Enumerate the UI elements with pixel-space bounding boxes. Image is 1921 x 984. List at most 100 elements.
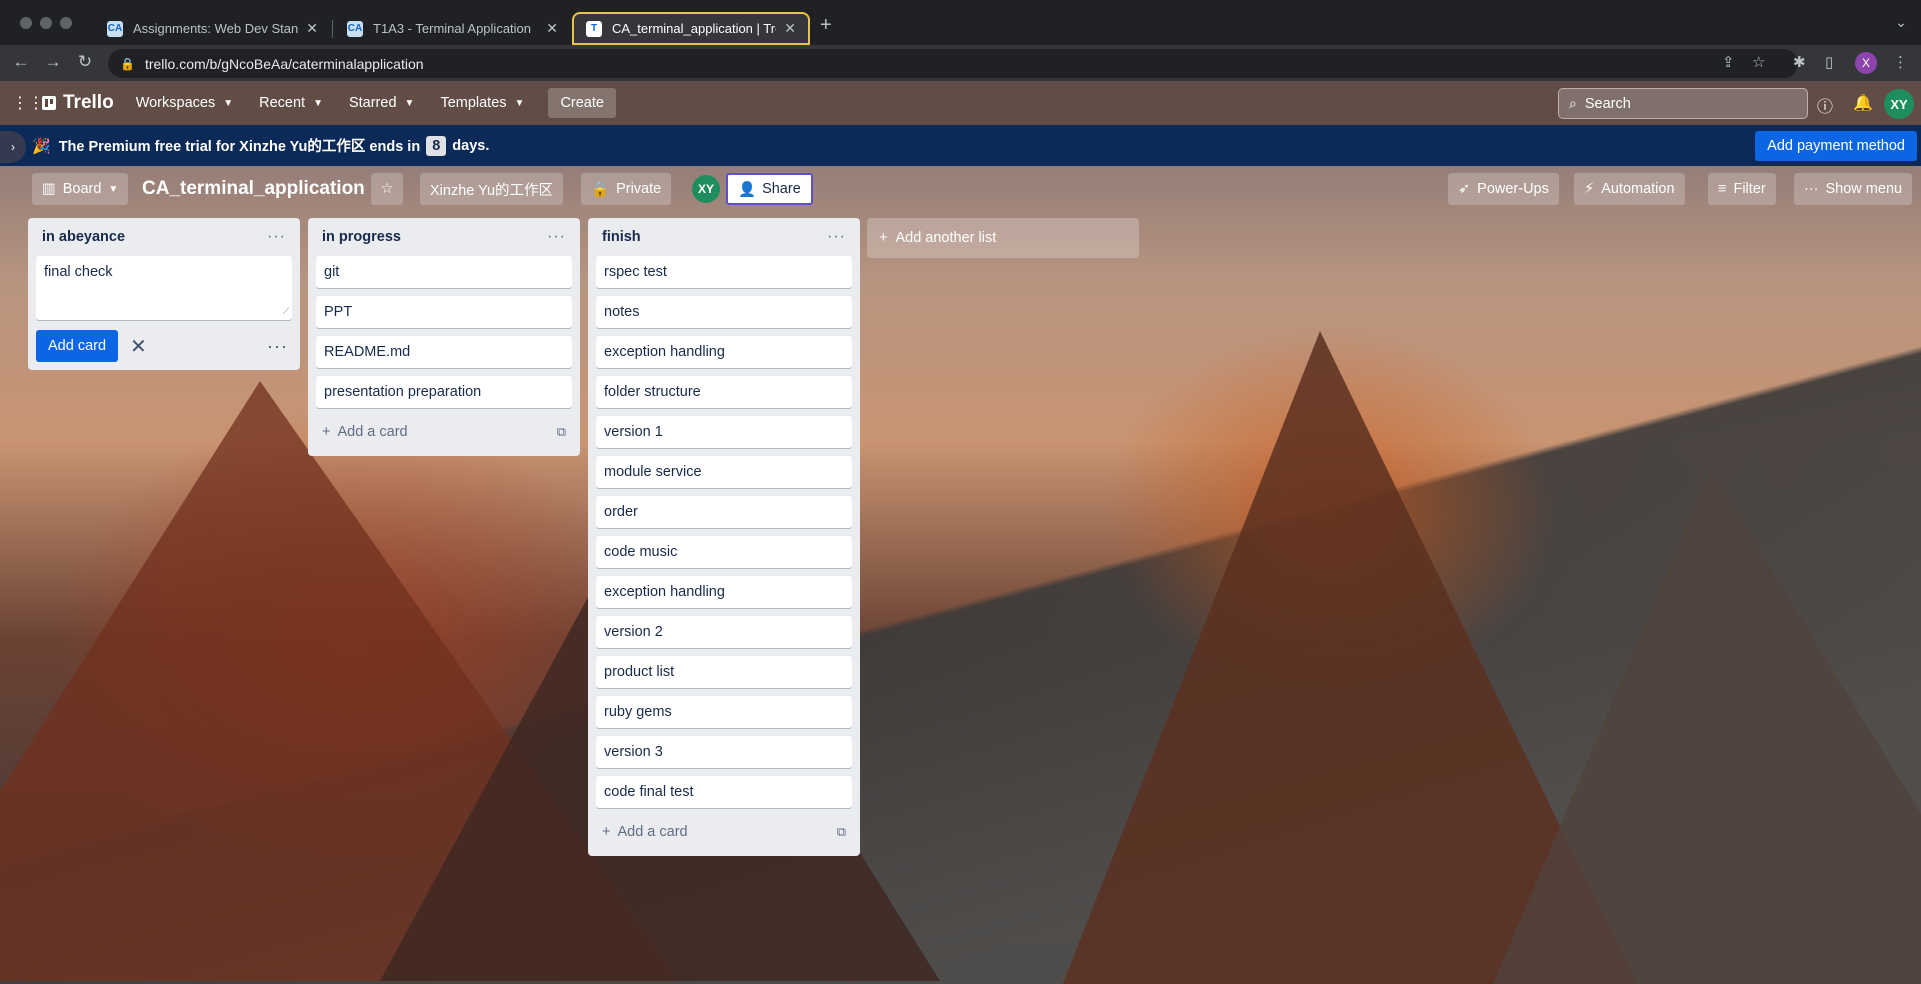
card-title-textarea[interactable]: final check ⟋	[36, 256, 292, 320]
banner-text: The Premium free trial for Xinzhe Yu的工作区…	[58, 139, 421, 155]
window-zoom-button[interactable]	[60, 17, 72, 29]
browser-toolbar: ← → ↻ 🔒 trello.com/b/gNcoBeAa/caterminal…	[0, 45, 1921, 81]
browser-profile-avatar[interactable]: X	[1855, 52, 1877, 74]
filter-button[interactable]: ≡ Filter	[1708, 173, 1776, 205]
workspace-visible-button[interactable]: Xinzhe Yu的工作区	[420, 173, 564, 205]
close-icon[interactable]: ✕	[306, 20, 318, 37]
list-actions-icon[interactable]: ···	[827, 228, 846, 246]
info-icon[interactable]: ⓘ	[1817, 93, 1833, 117]
card[interactable]: module service	[596, 456, 852, 488]
automation-label: Automation	[1601, 181, 1675, 197]
card[interactable]: folder structure	[596, 376, 852, 408]
add-a-card-button[interactable]: + Add a card	[602, 824, 688, 840]
tab-divider	[332, 20, 333, 38]
composer-text: final check	[44, 264, 113, 280]
card[interactable]: version 3	[596, 736, 852, 768]
app-switcher-icon[interactable]: ⋮⋮	[12, 93, 44, 113]
menu-templates[interactable]: Templates ▼	[440, 95, 524, 111]
card[interactable]: notes	[596, 296, 852, 328]
search-input[interactable]: ⌕ Search	[1558, 88, 1808, 119]
window-close-button[interactable]	[20, 17, 32, 29]
add-another-list-button[interactable]: + Add another list	[867, 218, 1139, 258]
list-header: in abeyance ···	[36, 218, 292, 256]
share-label: Share	[762, 181, 801, 197]
add-a-card-button[interactable]: + Add a card	[322, 424, 408, 440]
list-title[interactable]: in progress	[322, 229, 401, 245]
star-icon: ☆	[380, 181, 394, 197]
card[interactable]: README.md	[316, 336, 572, 368]
close-icon[interactable]: ✕	[546, 20, 558, 37]
card[interactable]: code final test	[596, 776, 852, 808]
card[interactable]: rspec test	[596, 256, 852, 288]
card[interactable]: exception handling	[596, 336, 852, 368]
menu-recent[interactable]: Recent ▼	[259, 95, 323, 111]
trello-logo[interactable]: Trello	[42, 92, 114, 114]
board-member-avatar[interactable]: XY	[692, 175, 720, 203]
browser-tab[interactable]: CA Assignments: Web Dev Standar ✕	[95, 12, 330, 45]
star-board-button[interactable]: ☆	[371, 173, 403, 205]
back-icon[interactable]: ←	[10, 52, 32, 72]
browser-menu-icon[interactable]: ⋮	[1893, 53, 1908, 71]
card[interactable]: code music	[596, 536, 852, 568]
list-header: finish ···	[596, 218, 852, 256]
close-icon[interactable]: ✕	[130, 334, 147, 359]
card[interactable]: order	[596, 496, 852, 528]
list-actions-icon[interactable]: ···	[267, 228, 286, 246]
card[interactable]: presentation preparation	[316, 376, 572, 408]
visibility-button[interactable]: 🔒 Private	[581, 173, 672, 205]
days-remaining-badge: 8	[426, 135, 447, 156]
browser-tab-active[interactable]: T CA_terminal_application | Trello ✕	[572, 12, 810, 45]
side-panel-icon[interactable]: ▯	[1825, 53, 1833, 71]
close-icon[interactable]: ✕	[784, 20, 796, 37]
menu-starred[interactable]: Starred ▼	[349, 95, 414, 111]
list-actions-icon[interactable]: ···	[547, 228, 566, 246]
list-title[interactable]: finish	[602, 229, 641, 245]
card[interactable]: ruby gems	[596, 696, 852, 728]
list-footer: + Add a card ⧉	[316, 416, 572, 448]
create-from-template-icon[interactable]: ⧉	[837, 824, 846, 840]
browser-tab-strip: CA Assignments: Web Dev Standar ✕ CA T1A…	[0, 0, 1921, 45]
notification-bell-icon[interactable]: 🔔	[1853, 93, 1873, 113]
more-options-icon[interactable]: ···	[267, 336, 288, 357]
address-bar[interactable]: 🔒 trello.com/b/gNcoBeAa/caterminalapplic…	[108, 49, 1798, 78]
window-minimize-button[interactable]	[40, 17, 52, 29]
share-button[interactable]: 👤 Share	[726, 173, 813, 205]
reload-icon[interactable]: ↻	[74, 52, 96, 72]
extensions-icon[interactable]: ✱	[1793, 53, 1806, 71]
resize-handle-icon[interactable]: ⟋	[283, 306, 289, 317]
board-background	[0, 81, 1921, 984]
new-tab-icon[interactable]: +	[820, 14, 832, 37]
forward-icon[interactable]: →	[42, 52, 64, 72]
add-card-label: Add a card	[617, 824, 688, 840]
chevron-down-icon: ▼	[313, 97, 323, 109]
bookmark-star-icon[interactable]: ☆	[1752, 53, 1765, 71]
chevron-down-icon[interactable]: ⌄	[1895, 14, 1907, 31]
user-avatar[interactable]: XY	[1884, 89, 1914, 119]
card[interactable]: product list	[596, 656, 852, 688]
tab-title: T1A3 - Terminal Application	[373, 21, 532, 36]
party-popper-icon: 🎉	[32, 137, 51, 155]
add-payment-method-button[interactable]: Add payment method	[1755, 131, 1917, 161]
card-composer-controls: Add card ✕ ···	[36, 330, 292, 362]
share-page-icon[interactable]: ⇪	[1722, 53, 1735, 71]
create-from-template-icon[interactable]: ⧉	[557, 424, 566, 440]
add-card-button[interactable]: Add card	[36, 330, 119, 362]
trello-header: ⋮⋮ Trello Workspaces ▼ Recent ▼ Starred ▼ T…	[0, 81, 1921, 125]
card[interactable]: version 2	[596, 616, 852, 648]
automation-button[interactable]: ⚡ Automation	[1574, 173, 1685, 205]
create-button[interactable]: Create	[548, 88, 616, 118]
tab-title: CA_terminal_application | Trello	[612, 21, 776, 36]
card[interactable]: PPT	[316, 296, 572, 328]
board-title[interactable]: CA_terminal_application	[142, 178, 365, 200]
list-title[interactable]: in abeyance	[42, 229, 125, 245]
card[interactable]: exception handling	[596, 576, 852, 608]
board-view-switcher[interactable]: ▥ Board ▼	[32, 173, 129, 205]
card[interactable]: version 1	[596, 416, 852, 448]
browser-tab[interactable]: CA T1A3 - Terminal Application ✕	[335, 12, 570, 45]
list-footer: + Add a card ⧉	[596, 816, 852, 848]
menu-workspaces[interactable]: Workspaces ▼	[136, 95, 233, 111]
card[interactable]: git	[316, 256, 572, 288]
power-ups-button[interactable]: ➶ Power-Ups	[1448, 173, 1559, 205]
show-menu-button[interactable]: ··· Show menu	[1794, 173, 1913, 205]
visibility-label: Private	[616, 181, 662, 197]
